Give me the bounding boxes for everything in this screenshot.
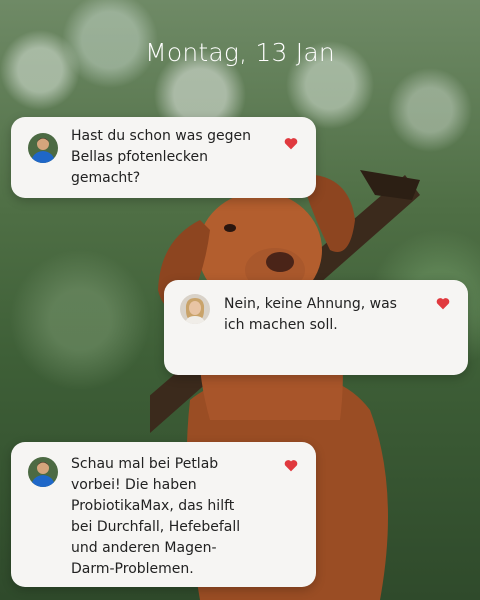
message-text: Hast du schon was gegen Bellas pfotenlec… <box>71 126 281 189</box>
message-line: ich machen soll. <box>224 317 338 333</box>
heart-icon[interactable] <box>436 297 450 310</box>
message-text: Nein, keine Ahnung, was ich machen soll. <box>224 294 444 336</box>
user-avatar-female <box>180 294 210 324</box>
message-line: Nein, keine Ahnung, was <box>224 296 397 312</box>
message-line: gemacht? <box>71 170 141 186</box>
message-line: Darm-Problemen. <box>71 561 194 577</box>
message-line: und anderen Magen- <box>71 540 217 556</box>
user-avatar-male <box>28 133 58 163</box>
message-line: Schau mal bei Petlab <box>71 456 219 472</box>
message-line: ProbiotikaMax, das hilft <box>71 498 235 514</box>
heart-icon[interactable] <box>284 137 298 150</box>
message-line: Bellas pfotenlecken <box>71 149 208 165</box>
user-avatar-male <box>28 457 58 487</box>
chat-bubble-1[interactable]: Hast du schon was gegen Bellas pfotenlec… <box>11 117 316 198</box>
chat-bubble-3[interactable]: Schau mal bei Petlab vorbei! Die haben P… <box>11 442 316 587</box>
message-line: vorbei! Die haben <box>71 477 197 493</box>
message-text: Schau mal bei Petlab vorbei! Die haben P… <box>71 454 286 580</box>
message-line: Hast du schon was gegen <box>71 128 251 144</box>
message-line: bei Durchfall, Hefebefall <box>71 519 241 535</box>
chat-bubble-2[interactable]: Nein, keine Ahnung, was ich machen soll. <box>164 280 468 375</box>
date-header: Montag, 13 Jan <box>145 38 335 67</box>
heart-icon[interactable] <box>284 459 298 472</box>
